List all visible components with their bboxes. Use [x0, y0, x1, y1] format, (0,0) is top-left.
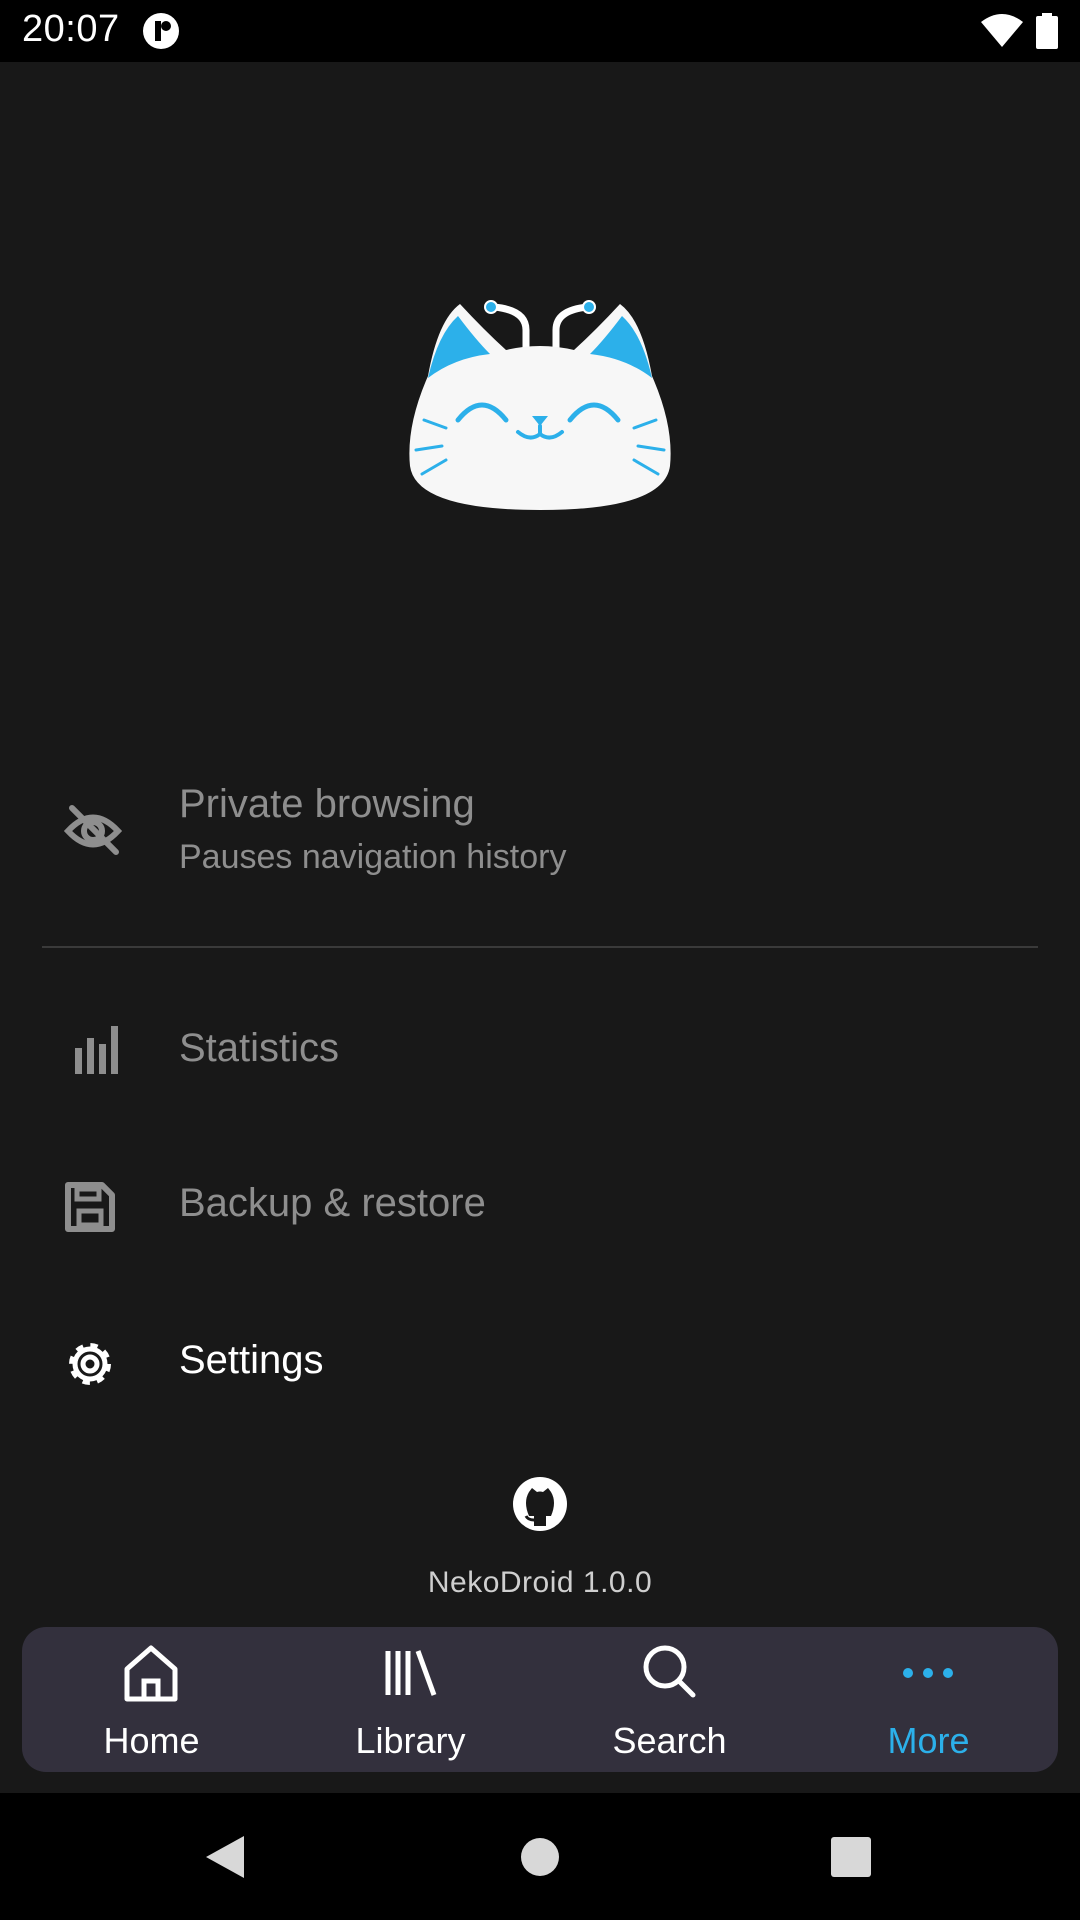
settings-title: Settings [179, 1338, 324, 1382]
backup-restore-title: Backup & restore [179, 1181, 486, 1225]
nav-more-label: More [887, 1720, 970, 1761]
gear-icon [64, 1338, 116, 1395]
status-time: 20:07 [22, 8, 120, 50]
nav-search-label: Search [612, 1720, 727, 1761]
home-system-button[interactable] [520, 1837, 560, 1882]
nav-home-label: Home [103, 1720, 200, 1761]
private-browsing-item[interactable]: Private browsing Pauses navigation histo… [0, 770, 1080, 890]
nav-home[interactable]: Home [22, 1627, 281, 1772]
backup-restore-item[interactable]: Backup & restore [0, 1155, 1080, 1255]
github-icon[interactable] [512, 1476, 568, 1537]
app-version: NekoDroid 1.0.0 [427, 1566, 653, 1599]
save-icon [64, 1181, 116, 1238]
recents-button[interactable] [831, 1837, 871, 1882]
nav-search[interactable]: Search [540, 1627, 799, 1772]
settings-item[interactable]: Settings [0, 1312, 1080, 1412]
private-browsing-title: Private browsing [179, 782, 475, 826]
system-navigation-bar [0, 1793, 1080, 1920]
status-bar: 20:07 [0, 0, 1080, 62]
eye-off-icon [63, 804, 123, 861]
library-icon [382, 1643, 438, 1708]
home-icon [123, 1643, 179, 1708]
nav-library-label: Library [355, 1720, 466, 1761]
statistics-item[interactable]: Statistics [0, 1000, 1080, 1100]
menu-divider [42, 946, 1038, 948]
bottom-navigation: Home Library Search More [22, 1627, 1058, 1772]
private-browsing-subtitle: Pauses navigation history [179, 838, 567, 876]
search-icon [641, 1643, 697, 1708]
neko-cat-logo [398, 296, 678, 521]
statistics-title: Statistics [179, 1026, 340, 1070]
nav-library[interactable]: Library [281, 1627, 540, 1772]
notification-app-icon [142, 12, 180, 55]
nav-more[interactable]: More [799, 1627, 1058, 1772]
more-dots-icon [900, 1643, 956, 1708]
back-button[interactable] [204, 1834, 246, 1885]
battery-icon [1036, 13, 1058, 54]
bar-chart-icon [64, 1024, 120, 1081]
wifi-icon [980, 14, 1024, 53]
